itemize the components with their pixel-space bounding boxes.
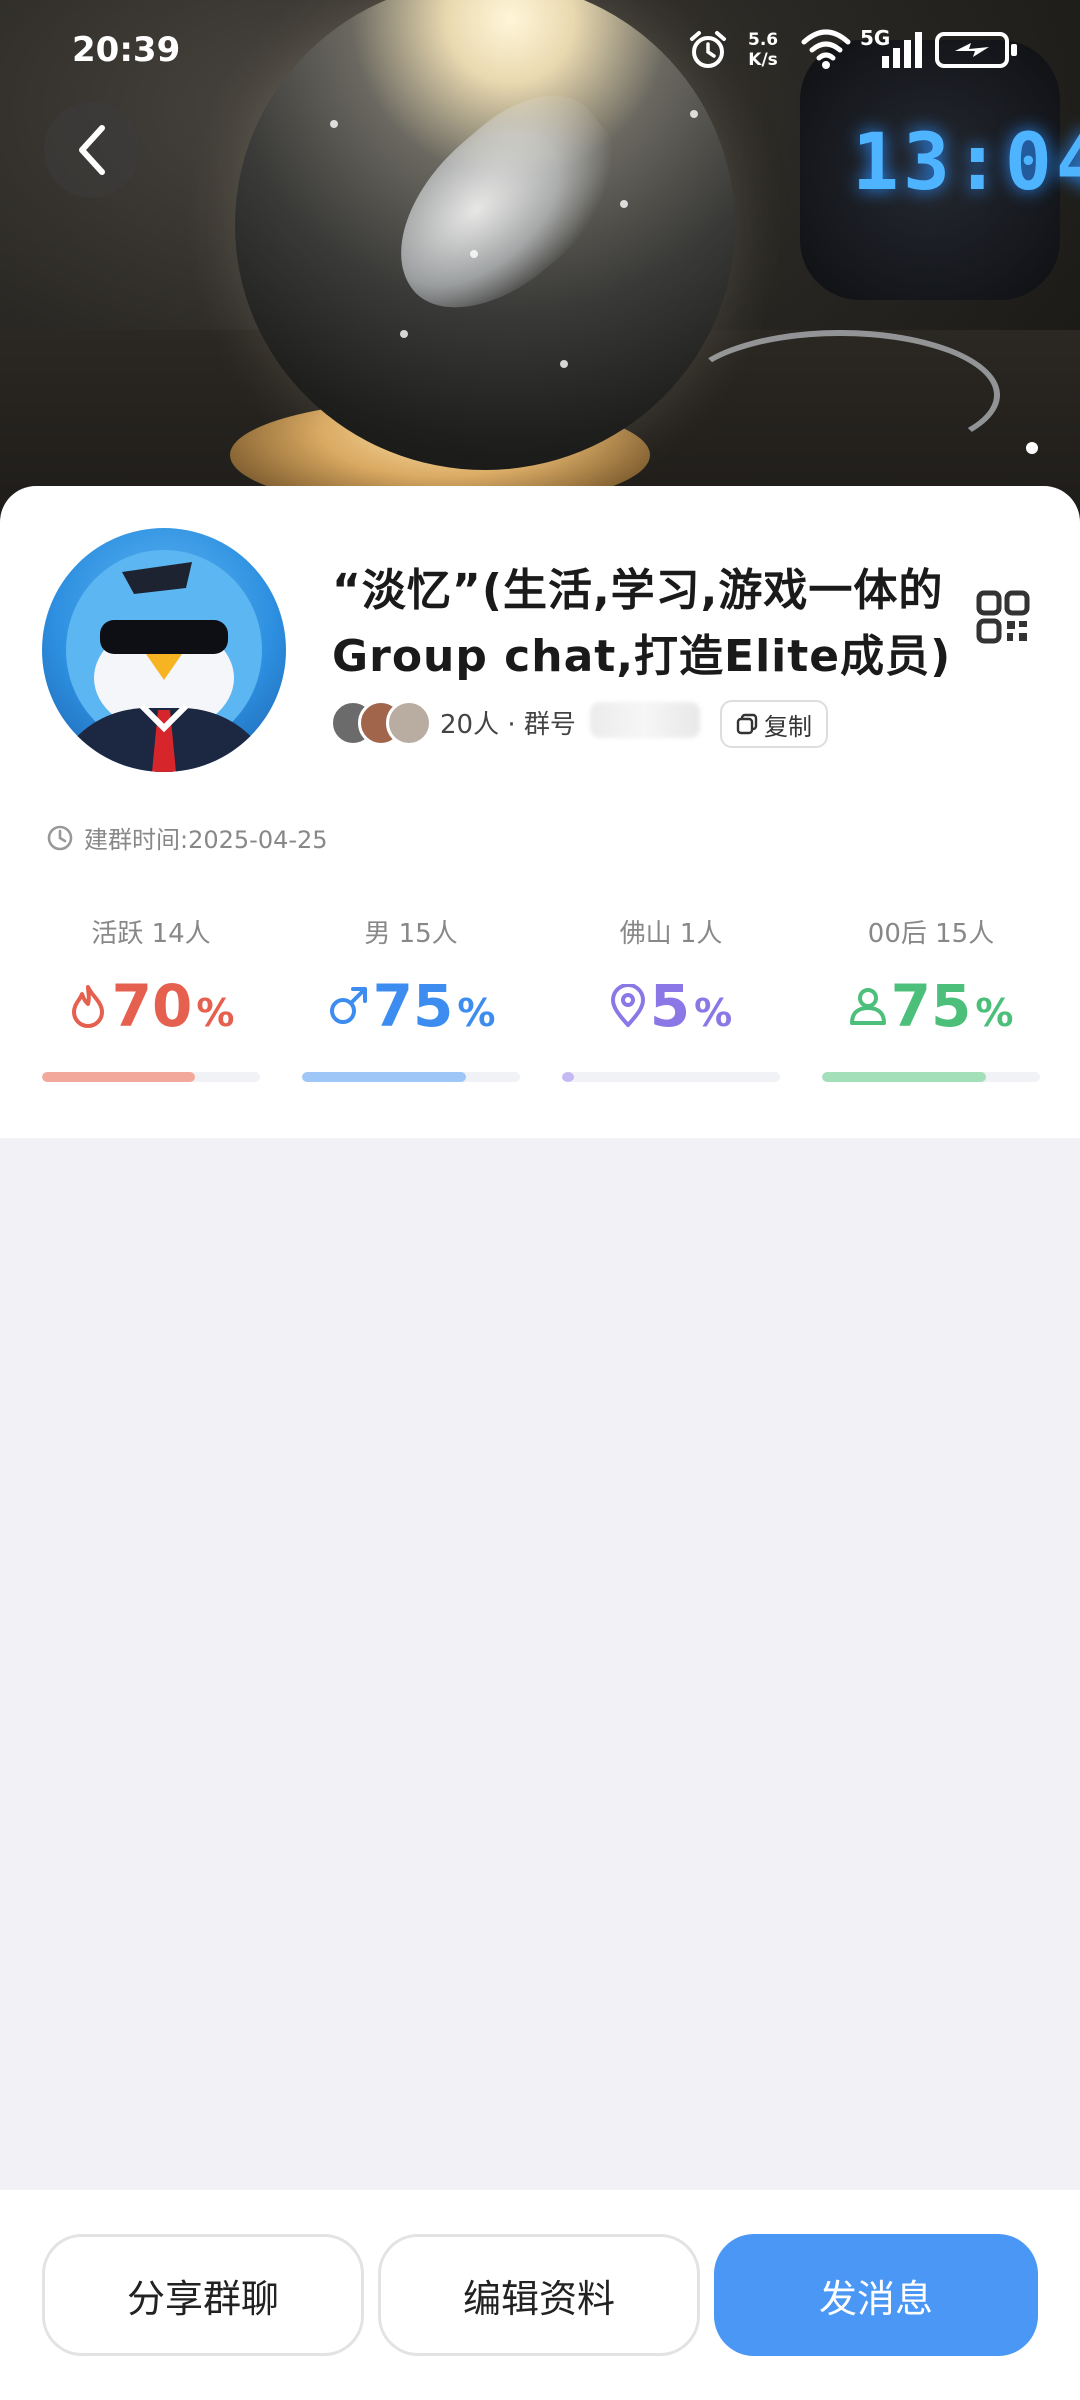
stat-progress-track [822, 1072, 1040, 1082]
stat-age-group[interactable]: 00后 15人 75 % [822, 912, 1040, 1092]
created-date: 2025-04-25 [188, 826, 328, 854]
photo-sparkle [330, 120, 338, 128]
photo-sparkle [620, 200, 628, 208]
photo-sparkle [690, 110, 698, 118]
stat-location[interactable]: 佛山 1人 5 % [562, 912, 780, 1092]
stat-unit: % [196, 991, 235, 1035]
created-date-row: 建群时间:2025-04-25 [46, 820, 328, 855]
stat-number: 75 [890, 972, 972, 1040]
network-speed-value: 5.6 [748, 30, 779, 50]
stat-progress-track [42, 1072, 260, 1082]
location-pin-icon [610, 984, 645, 1027]
member-avatar [386, 700, 432, 746]
stat-label: 男 15人 [364, 919, 458, 949]
stat-male[interactable]: 男 15人 75 % [302, 912, 520, 1092]
group-id-hidden [590, 702, 700, 738]
stat-number: 75 [372, 972, 454, 1040]
network-speed: 5.6 K/s [748, 30, 778, 70]
stat-value: 70 % [42, 966, 260, 1046]
stat-progress-fill [822, 1072, 986, 1082]
stat-unit: % [694, 991, 733, 1035]
member-count-and-group-id-label: 20人 · 群号 [440, 710, 576, 740]
send-message-button[interactable]: 发消息 [714, 2234, 1038, 2356]
copy-group-id-button[interactable]: 复制 [720, 700, 828, 748]
stat-label: 佛山 1人 [619, 919, 723, 949]
stat-progress-track [562, 1072, 780, 1082]
bottom-action-bar: 分享群聊 编辑资料 发消息 [0, 2190, 1080, 2400]
photo-sparkle [470, 250, 478, 258]
stat-value: 75 % [302, 966, 520, 1046]
alarm-icon [690, 31, 726, 68]
network-speed-unit: K/s [748, 50, 778, 70]
stat-progress-fill [562, 1072, 574, 1082]
created-label: 建群时间: [84, 826, 189, 854]
stat-label: 活跃 14人 [91, 919, 211, 949]
stat-progress-track [302, 1072, 520, 1082]
photo-sparkle [400, 330, 408, 338]
signal-icon [882, 32, 922, 68]
stat-number: 5 [649, 972, 691, 1040]
share-group-button[interactable]: 分享群聊 [42, 2234, 364, 2356]
bolt-icon [955, 43, 989, 57]
stat-value: 75 % [822, 966, 1040, 1046]
qr-code-icon[interactable] [976, 590, 1030, 644]
status-bar: 20:39 5.6 K/s 5G [0, 0, 1080, 100]
stat-value: 5 % [562, 966, 780, 1046]
stat-progress-fill [42, 1072, 195, 1082]
photo-sparkle [560, 360, 568, 368]
chevron-left-icon [79, 125, 105, 175]
stat-active[interactable]: 活跃 14人 70 % [42, 912, 260, 1092]
clock-icon [47, 825, 73, 850]
stat-label: 00后 15人 [867, 919, 995, 949]
status-time: 20:39 [72, 30, 181, 70]
person-icon [849, 988, 886, 1025]
copy-icon [736, 713, 758, 735]
wifi-icon [801, 29, 851, 69]
male-icon [329, 987, 367, 1024]
member-avatar-stack[interactable] [330, 700, 440, 748]
carousel-indicator [1026, 442, 1038, 454]
stat-unit: % [457, 991, 496, 1035]
penguin-avatar-image [52, 550, 276, 772]
stat-unit: % [975, 991, 1014, 1035]
copy-label: 复制 [764, 712, 812, 741]
flame-icon [71, 985, 104, 1028]
photo-cable [680, 330, 1000, 460]
group-title: “淡忆”(生活,学习,游戏一体的Group chat,打造Elite成员) [332, 565, 952, 682]
stat-progress-fill [302, 1072, 466, 1082]
back-button[interactable] [44, 102, 140, 198]
photo-clock-digits: 13:04 [852, 118, 1080, 208]
stat-number: 70 [111, 972, 193, 1040]
edit-profile-button[interactable]: 编辑资料 [378, 2234, 700, 2356]
member-stats: 活跃 14人 70 % 男 15人 75 % 佛山 1人 5 % 00后 15人… [42, 912, 1040, 1092]
battery-charging-icon [935, 32, 1017, 68]
group-avatar[interactable] [42, 528, 286, 772]
